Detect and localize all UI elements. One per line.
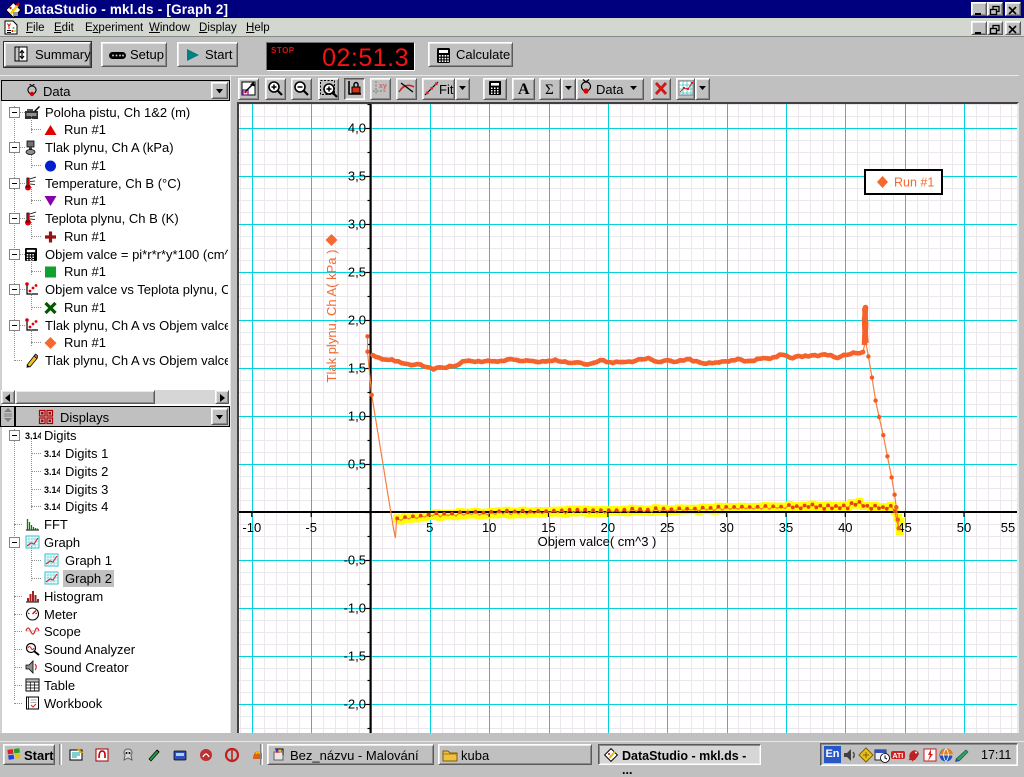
svg-text:4,0: 4,0 <box>348 121 366 136</box>
svg-text:3.14: 3.14 <box>44 467 60 477</box>
svg-text:3,0: 3,0 <box>348 217 366 232</box>
svg-text:3,5: 3,5 <box>348 169 366 184</box>
svg-text:3.14: 3.14 <box>25 431 41 441</box>
svg-text:xy: xy <box>379 83 387 90</box>
svg-text:2,5: 2,5 <box>348 265 366 280</box>
svg-text:Objem valce( cm^3 ): Objem valce( cm^3 ) <box>538 534 657 549</box>
svg-text:1,0: 1,0 <box>348 409 366 424</box>
svg-text:-0,5: -0,5 <box>344 553 366 568</box>
svg-text:A: A <box>518 81 530 98</box>
svg-text:3.14: 3.14 <box>44 502 60 512</box>
svg-text:Tlak plynu, Ch A( kPa ): Tlak plynu, Ch A( kPa ) <box>324 250 339 383</box>
svg-text:Run #1: Run #1 <box>894 176 934 190</box>
svg-text:-2,0: -2,0 <box>344 697 366 712</box>
svg-text:0,5: 0,5 <box>348 457 366 472</box>
svg-text:3.14: 3.14 <box>44 485 60 495</box>
svg-text:-1,5: -1,5 <box>344 649 366 664</box>
svg-text:35: 35 <box>779 520 793 535</box>
svg-text:1,5: 1,5 <box>348 361 366 376</box>
svg-text:10: 10 <box>482 520 496 535</box>
svg-text:55: 55 <box>1001 520 1015 535</box>
svg-text:40: 40 <box>838 520 852 535</box>
svg-text:25: 25 <box>660 520 674 535</box>
svg-text:15: 15 <box>541 520 555 535</box>
svg-text:20: 20 <box>601 520 615 535</box>
svg-text:-5: -5 <box>305 520 317 535</box>
svg-text:Σ: Σ <box>545 82 554 98</box>
svg-text:50: 50 <box>957 520 971 535</box>
svg-text:-1,0: -1,0 <box>344 601 366 616</box>
svg-text:2,0: 2,0 <box>348 313 366 328</box>
svg-text:ATI: ATI <box>893 753 904 760</box>
svg-text:3.14: 3.14 <box>44 449 60 459</box>
svg-text:5: 5 <box>426 520 433 535</box>
svg-text:30: 30 <box>719 520 733 535</box>
svg-text:-10: -10 <box>242 520 261 535</box>
